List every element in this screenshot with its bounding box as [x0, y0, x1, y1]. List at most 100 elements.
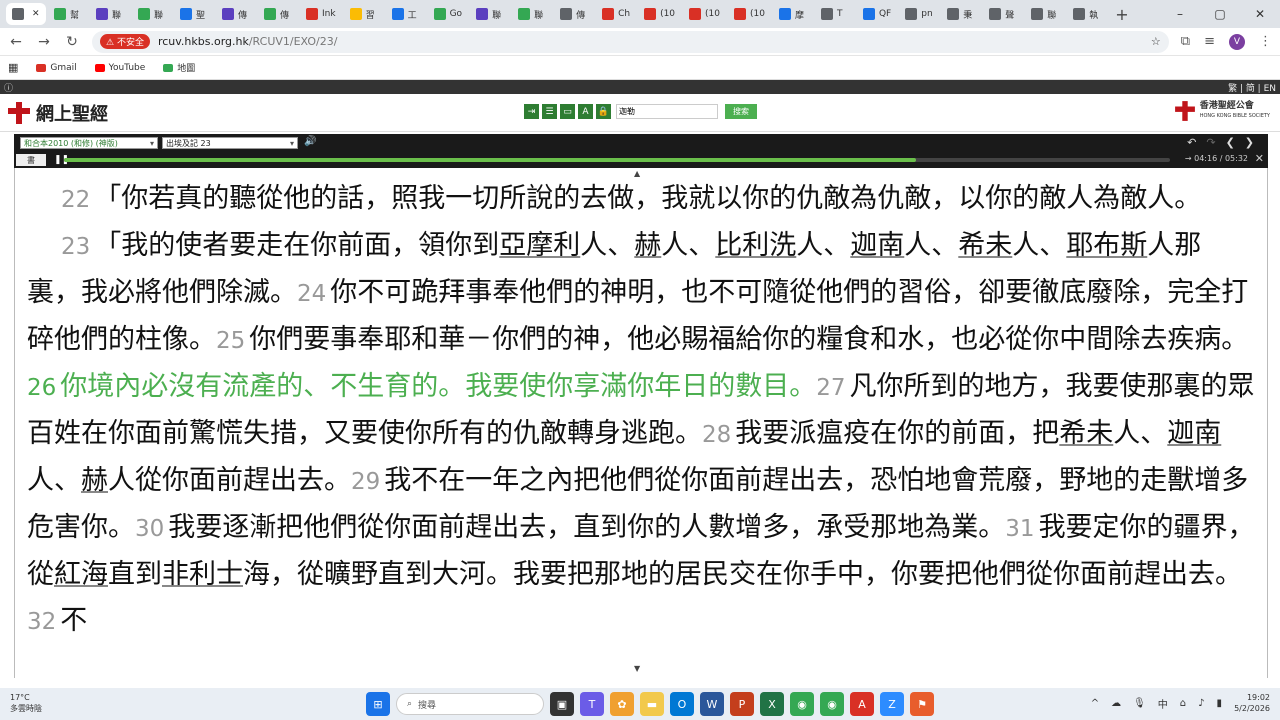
ime-indicator[interactable]: 中 — [1158, 696, 1168, 711]
search-input[interactable] — [616, 104, 718, 119]
undo-icon[interactable]: ↶ — [1187, 136, 1196, 149]
teams-icon[interactable]: T — [580, 692, 604, 716]
browser-tab[interactable]: (10 — [683, 3, 726, 25]
scroll-up-icon[interactable]: ▲ — [634, 169, 640, 178]
volume-tray-icon[interactable]: ♪ — [1198, 698, 1204, 709]
browser-tab[interactable]: 幫 — [48, 3, 88, 25]
browser-tab[interactable]: 習 — [344, 3, 384, 25]
media-icon[interactable]: ≡ — [1204, 34, 1215, 49]
language-switch[interactable]: 繁 | 简 | EN — [1228, 81, 1276, 94]
battery-icon[interactable]: ▮ — [1217, 698, 1223, 709]
browser-tab[interactable]: 聯 — [470, 3, 510, 25]
browser-tab[interactable]: 聲 — [983, 3, 1023, 25]
weather-widget[interactable]: 17°C 多雲時陰 — [10, 692, 42, 714]
mic-icon[interactable]: 🎙 — [1133, 698, 1146, 709]
outlook-icon[interactable]: O — [670, 692, 694, 716]
browser-tab[interactable]: Ch — [596, 3, 636, 25]
cloud-icon[interactable]: ☁ — [1111, 698, 1121, 709]
browser-tab[interactable]: 聯 — [132, 3, 172, 25]
tab-close-icon[interactable]: ✕ — [32, 9, 40, 19]
proper-noun[interactable]: 赫 — [634, 230, 661, 261]
proper-noun[interactable]: 紅海 — [54, 559, 108, 590]
taskbar-search[interactable]: ⌕ 搜尋 — [396, 693, 544, 715]
browser-tab[interactable]: (10 — [638, 3, 681, 25]
browser-tab[interactable]: 聖 — [174, 3, 214, 25]
chrome-icon[interactable]: ◉ — [790, 692, 814, 716]
browser-tab[interactable]: 工 — [386, 3, 426, 25]
browser-tab[interactable]: 聯 — [512, 3, 552, 25]
word-icon[interactable]: W — [700, 692, 724, 716]
scroll-down-icon[interactable]: ▼ — [634, 664, 640, 673]
version-select[interactable]: 和合本2010 (和修) (神版) ▾ — [20, 137, 158, 149]
proper-noun[interactable]: 希未 — [958, 230, 1012, 261]
proper-noun[interactable]: 耶布斯 — [1066, 230, 1147, 261]
list-icon[interactable]: ☰ — [542, 104, 557, 119]
prev-chapter-icon[interactable]: ❮ — [1226, 136, 1235, 149]
progress-track[interactable] — [64, 158, 1170, 162]
redo-icon[interactable]: ↷ — [1206, 136, 1215, 149]
font-size-icon[interactable]: A — [578, 104, 593, 119]
photos-icon[interactable]: ✿ — [610, 692, 634, 716]
browser-tab[interactable]: Ink — [300, 3, 342, 25]
bookmark-item[interactable]: Gmail — [36, 63, 77, 73]
info-icon[interactable]: ⓘ — [4, 81, 13, 94]
proper-noun[interactable]: 希未 — [1059, 418, 1113, 449]
browser-tab[interactable]: QF — [857, 3, 897, 25]
browser-tab[interactable]: 執 — [1067, 3, 1107, 25]
zoom-icon[interactable]: Z — [880, 692, 904, 716]
address-bar[interactable]: ⚠ 不安全 rcuv.hkbs.org.hk/RCUV1/EXO/23/ ☆ — [92, 30, 1169, 53]
book-button[interactable]: 書 — [16, 154, 46, 166]
browser-tab[interactable]: 秉 — [941, 3, 981, 25]
search-button[interactable]: 搜索 — [725, 104, 757, 119]
windows-start-icon[interactable]: ⊞ — [366, 692, 390, 716]
bookmark-star-icon[interactable]: ☆ — [1151, 35, 1161, 48]
maximize-icon[interactable]: ▢ — [1200, 0, 1240, 28]
browser-tab[interactable]: 傳 — [554, 3, 594, 25]
enter-icon[interactable]: ⇥ — [524, 104, 539, 119]
forward-icon[interactable]: → — [36, 34, 52, 50]
close-icon[interactable]: ✕ — [1240, 0, 1280, 28]
chrome-active-icon[interactable]: ◉ — [820, 692, 844, 716]
clock[interactable]: 19:02 5/2/2026 — [1234, 692, 1270, 714]
browser-tab[interactable]: 摩 — [773, 3, 813, 25]
window-icon[interactable]: ▭ — [560, 104, 575, 119]
acrobat-icon[interactable]: A — [850, 692, 874, 716]
insecure-badge[interactable]: ⚠ 不安全 — [100, 34, 150, 49]
proper-noun[interactable]: 迦南 — [850, 230, 904, 261]
bookmark-item[interactable]: 地圖 — [163, 61, 195, 74]
menu-icon[interactable]: ⋮ — [1259, 34, 1272, 49]
proper-noun[interactable]: 比利洗 — [715, 230, 796, 261]
reload-icon[interactable]: ↻ — [64, 34, 80, 50]
excel-icon[interactable]: X — [760, 692, 784, 716]
proper-noun[interactable]: 迦南 — [1167, 418, 1221, 449]
minimize-icon[interactable]: – — [1160, 0, 1200, 28]
browser-tab[interactable]: pn — [899, 3, 939, 25]
back-icon[interactable]: ← — [8, 34, 24, 50]
volume-icon[interactable]: 🔊 — [304, 136, 316, 147]
lock-icon[interactable]: 🔒 — [596, 104, 611, 119]
browser-tab[interactable]: 聯 — [90, 3, 130, 25]
book-select[interactable]: 出埃及記 23 ▾ — [162, 137, 298, 149]
network-icon[interactable]: ⌂ — [1180, 698, 1186, 709]
extensions-icon[interactable]: ⧉ — [1181, 34, 1190, 49]
browser-tab[interactable]: T — [815, 3, 855, 25]
browser-tab[interactable]: 傳 — [258, 3, 298, 25]
app-icon[interactable]: ⚑ — [910, 692, 934, 716]
new-tab-button[interactable]: + — [1115, 5, 1128, 24]
powerpoint-icon[interactable]: P — [730, 692, 754, 716]
proper-noun[interactable]: 非利士 — [162, 559, 243, 590]
file-explorer-icon[interactable]: ▬ — [640, 692, 664, 716]
proper-noun[interactable]: 亞摩利 — [499, 230, 580, 261]
tray-chevron-icon[interactable]: ^ — [1091, 698, 1099, 709]
player-close-icon[interactable]: ✕ — [1255, 152, 1264, 165]
browser-tab[interactable]: (10 — [728, 3, 771, 25]
browser-tab[interactable]: 聯 — [1025, 3, 1065, 25]
avatar[interactable]: V — [1229, 33, 1245, 50]
apps-grid-icon[interactable]: ▦ — [8, 61, 18, 74]
bookmark-item[interactable]: YouTube — [94, 63, 145, 73]
task-view-icon[interactable]: ▣ — [550, 692, 574, 716]
browser-tab[interactable]: ✕ — [6, 3, 46, 25]
proper-noun[interactable]: 赫 — [81, 465, 108, 496]
browser-tab[interactable]: 傳 — [216, 3, 256, 25]
next-chapter-icon[interactable]: ❯ — [1245, 136, 1254, 149]
